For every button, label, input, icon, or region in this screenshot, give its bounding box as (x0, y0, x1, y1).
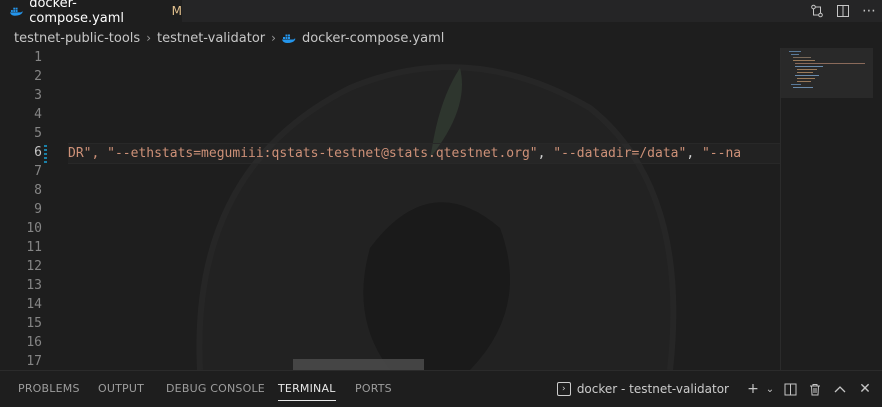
code-area[interactable]: DR", "--ethstats=megumiii:qstats-testnet… (68, 48, 780, 370)
editor-tab-bar: docker-compose.yaml M ⋯ (0, 0, 882, 26)
horizontal-scrollbar-thumb[interactable] (293, 359, 424, 370)
breadcrumb-item-file[interactable]: docker-compose.yaml (302, 31, 444, 46)
tab-debug-console[interactable]: DEBUG CONSOLE (166, 371, 265, 407)
tab-filename: docker-compose.yaml (29, 0, 125, 26)
close-icon[interactable]: ✕ (854, 378, 876, 400)
line-number: 4 (34, 107, 42, 122)
terminal-selector[interactable]: › docker - testnet-validator (556, 382, 729, 396)
chevron-right-icon: › (146, 31, 151, 45)
docker-icon (10, 7, 23, 16)
string-fragment: DR (68, 146, 84, 161)
docker-icon (281, 34, 296, 43)
editor-tab-docker-compose[interactable]: docker-compose.yaml M (0, 0, 182, 26)
tab-ports[interactable]: PORTS (355, 371, 392, 407)
minimap-slider[interactable] (781, 48, 873, 98)
terminal-icon: › (556, 382, 571, 396)
punctuation: , (686, 146, 702, 161)
split-editor-icon[interactable] (830, 0, 856, 22)
chevron-down-icon[interactable]: ⌄ (764, 378, 776, 400)
line-number: 15 (26, 316, 42, 331)
string-quote: ", (83, 146, 108, 161)
string-literal: "--na (701, 146, 742, 161)
breadcrumb-item-testnet-validator[interactable]: testnet-validator (157, 31, 265, 46)
line-number: 3 (34, 88, 42, 103)
new-terminal-icon[interactable]: + (742, 378, 764, 400)
more-actions-icon[interactable]: ⋯ (856, 0, 882, 22)
code-editor[interactable]: 1 2 3 4 5 6 7 8 9 10 11 12 13 14 15 16 1… (0, 48, 882, 370)
vertical-scrollbar[interactable] (872, 48, 882, 370)
code-line-active: DR", "--ethstats=megumiii:qstats-testnet… (68, 143, 780, 164)
line-number: 17 (26, 354, 42, 369)
tab-output[interactable]: OUTPUT (98, 371, 144, 407)
line-number: 9 (34, 202, 42, 217)
panel-actions: › docker - testnet-validator + ⌄ ✕ (556, 371, 876, 407)
tab-terminal[interactable]: TERMINAL (278, 371, 336, 407)
open-changes-icon[interactable] (804, 0, 830, 22)
line-number: 7 (34, 164, 42, 179)
line-number: 16 (26, 335, 42, 350)
line-number: 13 (26, 278, 42, 293)
line-number: 10 (26, 221, 42, 236)
line-number: 14 (26, 297, 42, 312)
line-number-active: 6 (34, 145, 42, 160)
line-number: 2 (34, 69, 42, 84)
line-number: 12 (26, 259, 42, 274)
tab-actions: ⋯ (804, 0, 882, 22)
breadcrumb: testnet-public-tools › testnet-validator… (0, 28, 882, 48)
punctuation: , (537, 146, 554, 161)
modified-line-marker (44, 145, 47, 163)
breadcrumb-item-testnet-public-tools[interactable]: testnet-public-tools (14, 31, 140, 46)
chevron-right-icon: › (271, 31, 276, 45)
line-number: 8 (34, 183, 42, 198)
terminal-name: docker - testnet-validator (576, 382, 729, 396)
string-literal: "--ethstats=megumiii:qstats-testnet@stat… (107, 146, 538, 161)
string-literal: "--datadir=/data" (553, 146, 687, 161)
panel-tab-bar: PROBLEMS OUTPUT DEBUG CONSOLE TERMINAL P… (0, 370, 882, 407)
line-number: 5 (34, 126, 42, 141)
trash-icon[interactable] (804, 378, 826, 400)
line-number-gutter: 1 2 3 4 5 6 7 8 9 10 11 12 13 14 15 16 1… (0, 48, 58, 370)
modified-indicator: M (171, 3, 182, 18)
maximize-panel-icon[interactable] (829, 378, 851, 400)
line-number: 11 (26, 240, 42, 255)
tab-problems[interactable]: PROBLEMS (18, 371, 80, 407)
split-terminal-icon[interactable] (779, 378, 801, 400)
minimap[interactable] (780, 48, 873, 370)
line-number: 1 (34, 50, 42, 65)
